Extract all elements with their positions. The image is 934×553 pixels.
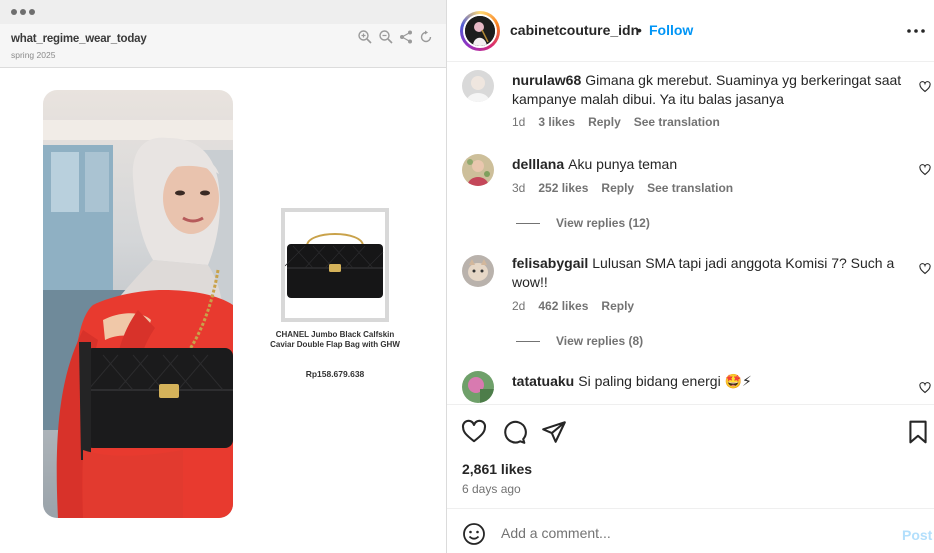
comment-meta: 1d 3 likes Reply See translation xyxy=(512,115,733,129)
comment-username[interactable]: nurulaw68 xyxy=(512,72,581,88)
view-replies-label: View replies (8) xyxy=(556,334,644,348)
post-actions: 2,861 likes 6 days ago xyxy=(447,404,934,508)
comment-username[interactable]: felisabygail xyxy=(512,255,588,271)
commenter-avatar[interactable] xyxy=(462,70,494,102)
likes-count[interactable]: 2,861 likes xyxy=(462,461,532,477)
share-icon xyxy=(398,29,414,45)
comment-age: 3d xyxy=(512,181,526,195)
comment-username[interactable]: tatatuaku xyxy=(512,373,574,389)
titlebar-dot xyxy=(29,9,35,15)
zoom-out-icon xyxy=(378,29,394,45)
view-replies-label: View replies (12) xyxy=(556,216,650,230)
comment-age: 1d xyxy=(512,115,526,129)
replies-line xyxy=(516,223,540,225)
reply-button[interactable]: Reply xyxy=(588,115,621,129)
replies-line xyxy=(516,341,540,343)
post-side-panel: cabinetcouture_idn • Follow nurulaw68 Gim… xyxy=(447,0,934,553)
emoji-icon[interactable] xyxy=(462,522,486,546)
like-heart-icon[interactable] xyxy=(461,419,487,445)
see-translation-button[interactable]: See translation xyxy=(634,115,720,129)
header-separator: • xyxy=(637,22,642,38)
comment-body: nurulaw68 Gimana gk merebut. Suaminya yg … xyxy=(512,71,904,109)
comment-icon[interactable] xyxy=(501,419,527,445)
post-header: cabinetcouture_idn • Follow xyxy=(447,0,934,62)
media-site-name: what_regime_wear_today xyxy=(11,33,147,45)
product-name: CHANEL Jumbo Black Calfskin Caviar Doubl… xyxy=(270,330,400,349)
heart-icon[interactable] xyxy=(919,163,931,176)
comment-likes[interactable]: 252 likes xyxy=(538,181,588,195)
reply-button[interactable]: Reply xyxy=(601,181,634,195)
commenter-avatar[interactable] xyxy=(462,371,494,403)
comment-body: tatatuaku Si paling bidang energi 🤩⚡ xyxy=(512,372,904,391)
titlebar-dot xyxy=(11,9,17,15)
comment-body: delllana Aku punya teman xyxy=(512,155,904,174)
commenter-avatar[interactable] xyxy=(462,154,494,186)
bookmark-icon[interactable] xyxy=(905,419,931,445)
media-season: spring 2025 xyxy=(11,50,56,60)
comment-likes[interactable]: 3 likes xyxy=(538,115,575,129)
post-date[interactable]: 6 days ago xyxy=(462,482,521,496)
author-username[interactable]: cabinetcouture_idn xyxy=(510,22,639,38)
comment-body: felisabygail Lulusan SMA tapi jadi anggot… xyxy=(512,254,904,292)
model-photo xyxy=(43,90,233,518)
comment-age: 2d xyxy=(512,299,526,313)
zoom-in-icon xyxy=(357,29,373,45)
view-replies-button[interactable]: View replies (12) xyxy=(516,216,650,230)
comment-text: Si paling bidang energi 🤩⚡ xyxy=(578,373,752,389)
view-replies-button[interactable]: View replies (8) xyxy=(516,334,643,348)
post-media[interactable]: what_regime_wear_today spring 2025 CHANE… xyxy=(0,0,446,553)
comment-meta: 3d 252 likes Reply See translation xyxy=(512,181,746,195)
comment-input[interactable] xyxy=(501,522,881,544)
product-price: Rp158.679.638 xyxy=(305,369,365,379)
comments-list[interactable]: nurulaw68 Gimana gk merebut. Suaminya yg … xyxy=(447,63,934,404)
comment-text: Aku punya teman xyxy=(568,156,678,172)
reply-button[interactable]: Reply xyxy=(601,299,634,313)
see-translation-button[interactable]: See translation xyxy=(647,181,733,195)
heart-icon[interactable] xyxy=(919,80,931,93)
comment-likes[interactable]: 462 likes xyxy=(538,299,588,313)
comment-meta: 2d 462 likes Reply xyxy=(512,299,647,313)
refresh-icon xyxy=(418,29,434,45)
heart-icon[interactable] xyxy=(919,262,931,275)
titlebar-dot xyxy=(20,9,26,15)
post-comment-button[interactable]: Post xyxy=(902,527,932,543)
follow-button[interactable]: Follow xyxy=(649,22,693,38)
media-site-header: what_regime_wear_today spring 2025 xyxy=(0,24,446,68)
comment-composer: Post xyxy=(447,508,934,553)
author-avatar-image xyxy=(465,16,495,46)
product-image[interactable] xyxy=(281,208,389,322)
send-icon[interactable] xyxy=(541,419,567,445)
heart-icon[interactable] xyxy=(919,381,931,394)
author-avatar[interactable] xyxy=(460,11,500,51)
more-options-icon[interactable] xyxy=(906,24,926,38)
comment-username[interactable]: delllana xyxy=(512,156,564,172)
window-titlebar xyxy=(0,0,446,24)
commenter-avatar[interactable] xyxy=(462,255,494,287)
